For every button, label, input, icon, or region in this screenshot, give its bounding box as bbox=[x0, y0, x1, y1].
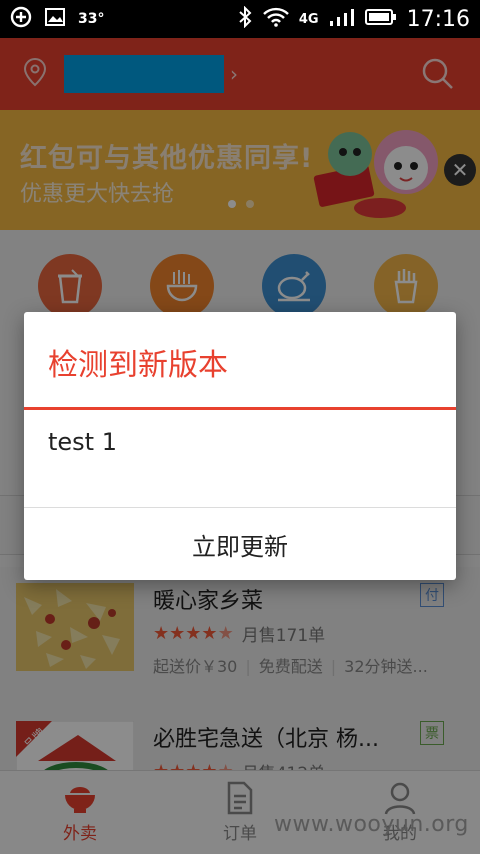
image-icon bbox=[44, 7, 66, 31]
clock-text: 17:16 bbox=[406, 6, 470, 32]
update-dialog: 检测到新版本 test 1 立即更新 bbox=[24, 312, 456, 580]
dialog-divider bbox=[24, 407, 456, 410]
signal-icon bbox=[329, 7, 355, 31]
temperature-text: 33° bbox=[78, 11, 105, 27]
update-now-button[interactable]: 立即更新 bbox=[24, 508, 456, 580]
bluetooth-icon bbox=[237, 5, 253, 32]
wifi-icon bbox=[263, 7, 289, 31]
add-circle-icon bbox=[10, 6, 32, 32]
dialog-message: test 1 bbox=[48, 428, 117, 456]
status-bar: 33° 4G 17:16 bbox=[0, 0, 480, 38]
network-type-text: 4G bbox=[298, 11, 319, 27]
battery-icon bbox=[364, 8, 397, 30]
watermark: www.wooyun.org bbox=[274, 812, 469, 837]
dialog-title: 检测到新版本 bbox=[48, 348, 228, 383]
